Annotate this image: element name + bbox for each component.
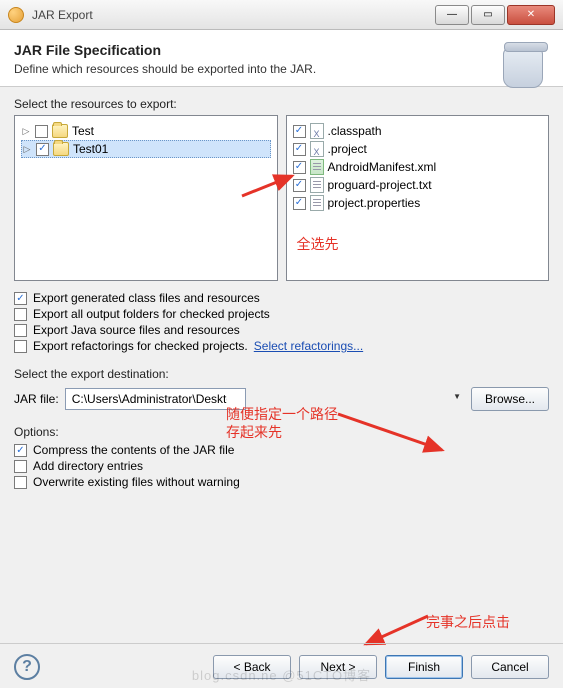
project-tree-pane[interactable]: ▷ Test ▷ Test01 <box>14 115 278 281</box>
browse-button[interactable]: Browse... <box>471 387 549 411</box>
file-label: proguard-project.txt <box>328 176 432 194</box>
checkbox-label: Export refactorings for checked projects… <box>33 339 248 353</box>
page-title: JAR File Specification <box>14 42 549 58</box>
file-label: AndroidManifest.xml <box>328 158 437 176</box>
export-options-group: Export generated class files and resourc… <box>14 291 549 353</box>
checkbox-label: Add directory entries <box>33 459 143 473</box>
app-icon <box>8 7 24 23</box>
folder-icon <box>53 142 69 156</box>
file-label: project.properties <box>328 194 421 212</box>
finish-button[interactable]: Finish <box>385 655 463 679</box>
wizard-header: JAR File Specification Define which reso… <box>0 30 563 87</box>
checkbox-label: Overwrite existing files without warning <box>33 475 240 489</box>
tree-row[interactable]: ▷ Test <box>21 122 271 140</box>
file-icon <box>310 159 324 175</box>
checkbox[interactable] <box>293 161 306 174</box>
file-label: .project <box>328 140 367 158</box>
file-icon <box>310 177 324 193</box>
help-icon[interactable]: ? <box>14 654 40 680</box>
annotation-finish-hint: 完事之后点击 <box>426 612 510 632</box>
checkbox[interactable] <box>14 292 27 305</box>
file-row[interactable]: project.properties <box>293 194 543 212</box>
checkbox-label: Export Java source files and resources <box>33 323 240 337</box>
file-icon <box>310 123 324 139</box>
jar-icon <box>503 40 549 92</box>
resources-label: Select the resources to export: <box>14 97 549 111</box>
checkbox-label: Export generated class files and resourc… <box>33 291 260 305</box>
folder-icon <box>52 124 68 138</box>
export-generated-checkbox[interactable]: Export generated class files and resourc… <box>14 291 549 305</box>
maximize-button[interactable]: ▭ <box>471 5 505 25</box>
watermark: blog.csdn.ne @51CTO博客 <box>192 665 371 684</box>
export-refactorings-checkbox[interactable]: Export refactorings for checked projects… <box>14 339 549 353</box>
tree-item-label: Test <box>72 122 94 140</box>
jar-file-combo[interactable]: ▼ <box>65 388 465 410</box>
options-label: Options: <box>14 425 549 439</box>
file-row[interactable]: .classpath <box>293 122 543 140</box>
checkbox-label: Export all output folders for checked pr… <box>33 307 270 321</box>
checkbox[interactable] <box>14 340 27 353</box>
checkbox[interactable] <box>14 308 27 321</box>
page-subtitle: Define which resources should be exporte… <box>14 62 549 76</box>
checkbox[interactable] <box>14 444 27 457</box>
titlebar: JAR Export — ▭ ✕ <box>0 0 563 30</box>
checkbox[interactable] <box>36 143 49 156</box>
file-label: .classpath <box>328 122 382 140</box>
window-buttons: — ▭ ✕ <box>435 5 555 25</box>
file-icon <box>310 195 324 211</box>
export-all-output-checkbox[interactable]: Export all output folders for checked pr… <box>14 307 549 321</box>
annotation-select-all: 全选先 <box>297 234 339 254</box>
chevron-right-icon[interactable]: ▷ <box>21 126 31 136</box>
checkbox-label: Compress the contents of the JAR file <box>33 443 234 457</box>
file-icon <box>310 141 324 157</box>
checkbox[interactable] <box>14 460 27 473</box>
tree-row[interactable]: ▷ Test01 <box>21 140 271 158</box>
compress-checkbox[interactable]: Compress the contents of the JAR file <box>14 443 549 457</box>
checkbox[interactable] <box>293 143 306 156</box>
export-java-source-checkbox[interactable]: Export Java source files and resources <box>14 323 549 337</box>
minimize-button[interactable]: — <box>435 5 469 25</box>
file-list-pane[interactable]: .classpath .project AndroidManifest.xml … <box>286 115 550 281</box>
file-row[interactable]: AndroidManifest.xml <box>293 158 543 176</box>
checkbox[interactable] <box>14 476 27 489</box>
add-directory-checkbox[interactable]: Add directory entries <box>14 459 549 473</box>
select-refactorings-link[interactable]: Select refactorings... <box>254 339 363 353</box>
tree-item-label: Test01 <box>73 140 108 158</box>
jar-file-label: JAR file: <box>14 392 59 406</box>
destination-label: Select the export destination: <box>14 367 549 381</box>
checkbox[interactable] <box>293 197 306 210</box>
close-button[interactable]: ✕ <box>507 5 555 25</box>
cancel-button[interactable]: Cancel <box>471 655 549 679</box>
checkbox[interactable] <box>14 324 27 337</box>
overwrite-checkbox[interactable]: Overwrite existing files without warning <box>14 475 549 489</box>
file-row[interactable]: .project <box>293 140 543 158</box>
jar-file-input[interactable] <box>65 388 246 410</box>
checkbox[interactable] <box>293 125 306 138</box>
annotation-arrow-icon <box>354 566 434 648</box>
window-title: JAR Export <box>32 8 435 22</box>
checkbox[interactable] <box>293 179 306 192</box>
file-row[interactable]: proguard-project.txt <box>293 176 543 194</box>
chevron-right-icon[interactable]: ▷ <box>22 144 32 154</box>
chevron-down-icon[interactable]: ▼ <box>453 392 461 401</box>
checkbox[interactable] <box>35 125 48 138</box>
